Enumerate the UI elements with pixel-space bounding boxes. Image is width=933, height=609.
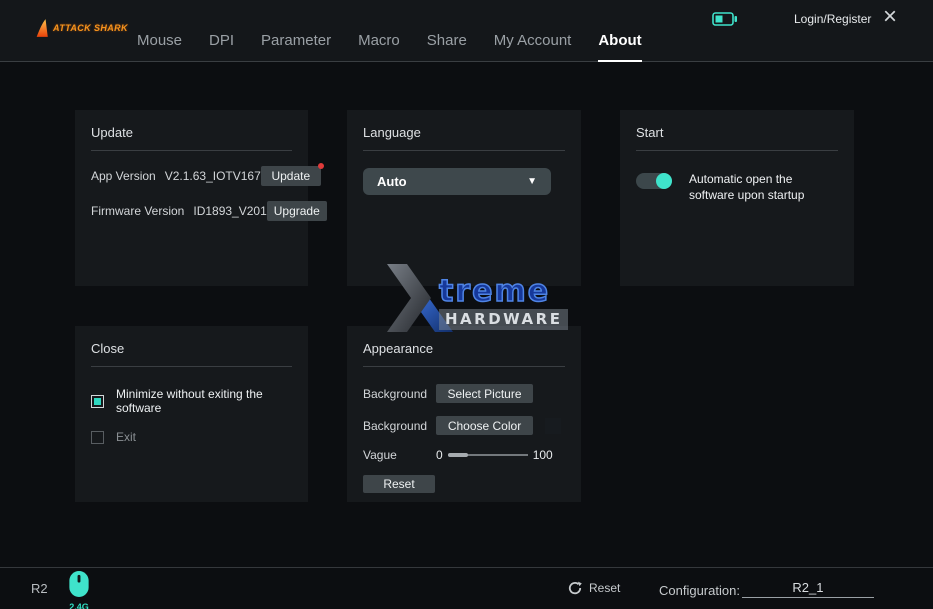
exit-option-label: Exit	[116, 430, 136, 444]
app-version-row: App Version V2.1.63_IOTV167 Update	[91, 166, 292, 186]
topbar: ATTACK SHARK Mouse DPI Parameter Macro S…	[0, 0, 933, 62]
app-version-value: V2.1.63_IOTV167	[165, 169, 261, 183]
shark-fin-icon	[34, 17, 50, 39]
divider	[636, 150, 838, 151]
update-notification-dot	[318, 163, 324, 169]
tab-about[interactable]: About	[598, 32, 641, 62]
vague-row: Vague 0 100	[363, 448, 565, 462]
upgrade-button-label: Upgrade	[274, 204, 320, 218]
configuration-name-field[interactable]: R2_1	[742, 580, 874, 598]
exit-checkbox[interactable]	[91, 431, 104, 444]
appearance-panel: Appearance Background Select Picture Bac…	[347, 326, 581, 502]
background-color-label: Background	[363, 419, 436, 433]
close-window-icon[interactable]: ×	[883, 3, 897, 31]
background-picture-row: Background Select Picture	[363, 384, 565, 403]
checkbox-fill	[94, 398, 101, 405]
toggle-knob	[656, 173, 672, 189]
upgrade-button[interactable]: Upgrade	[267, 201, 327, 221]
battery-icon	[712, 12, 738, 31]
footer-reset-button[interactable]: Reset	[568, 581, 620, 595]
choose-color-button[interactable]: Choose Color	[436, 416, 533, 435]
divider	[363, 366, 565, 367]
app-version-label: App Version	[91, 169, 156, 183]
app-window: ATTACK SHARK Mouse DPI Parameter Macro S…	[0, 0, 933, 609]
divider	[91, 366, 292, 367]
tab-macro[interactable]: Macro	[358, 32, 400, 62]
tab-share[interactable]: Share	[427, 32, 467, 62]
vague-max-value: 100	[533, 448, 553, 462]
vague-label: Vague	[363, 448, 436, 462]
minimize-option-row[interactable]: Minimize without exiting the software	[91, 387, 292, 415]
vague-min-value: 0	[436, 448, 443, 462]
firmware-version-label: Firmware Version	[91, 204, 184, 218]
main-nav: Mouse DPI Parameter Macro Share My Accou…	[137, 0, 642, 62]
footer-reset-label: Reset	[589, 581, 620, 595]
mouse-icon	[69, 571, 89, 597]
configuration-group: Configuration: R2_1	[659, 580, 874, 598]
configuration-label: Configuration:	[659, 583, 740, 598]
autostart-label: Automatic open the software upon startup	[689, 171, 838, 203]
minimize-option-label: Minimize without exiting the software	[116, 387, 292, 415]
tab-mouse[interactable]: Mouse	[137, 32, 182, 62]
close-panel: Close Minimize without exiting the softw…	[75, 326, 308, 502]
firmware-version-row: Firmware Version ID1893_V201 Upgrade	[91, 201, 292, 221]
background-picture-label: Background	[363, 387, 436, 401]
language-selected-value: Auto	[377, 174, 407, 189]
vague-slider-group: 0 100	[436, 448, 553, 462]
divider	[363, 150, 565, 151]
update-button-label: Update	[271, 169, 310, 183]
device-profile-name: R2	[31, 581, 48, 596]
connection-status: 2.4G	[64, 571, 94, 609]
color-swatch	[545, 418, 561, 434]
appearance-reset-button[interactable]: Reset	[363, 475, 435, 493]
connection-mode-label: 2.4G	[64, 603, 94, 609]
update-panel-title: Update	[91, 110, 292, 140]
language-dropdown[interactable]: Auto ▼	[363, 168, 551, 195]
divider	[91, 150, 292, 151]
tab-dpi[interactable]: DPI	[209, 32, 234, 62]
autostart-toggle[interactable]	[636, 173, 672, 189]
chevron-down-icon: ▼	[527, 176, 537, 187]
slider-knob[interactable]	[448, 453, 468, 457]
language-panel-title: Language	[363, 110, 565, 140]
tab-parameter[interactable]: Parameter	[261, 32, 331, 62]
start-panel-title: Start	[636, 110, 838, 140]
background-color-row: Background Choose Color	[363, 416, 565, 435]
select-picture-button[interactable]: Select Picture	[436, 384, 533, 403]
refresh-icon	[568, 581, 582, 595]
language-panel: Language Auto ▼	[347, 110, 581, 286]
autostart-row: Automatic open the software upon startup	[636, 171, 838, 203]
appearance-panel-title: Appearance	[363, 326, 565, 356]
brand-logo-text: ATTACK SHARK	[53, 23, 128, 33]
close-panel-title: Close	[91, 326, 292, 356]
vague-slider[interactable]	[448, 451, 528, 459]
login-register-link[interactable]: Login/Register	[794, 12, 871, 26]
exit-option-row[interactable]: Exit	[91, 430, 292, 444]
tab-my-account[interactable]: My Account	[494, 32, 572, 62]
minimize-checkbox[interactable]	[91, 395, 104, 408]
footer-bar: R2 2.4G Reset Configuration: R2_1	[0, 567, 933, 609]
update-panel: Update App Version V2.1.63_IOTV167 Updat…	[75, 110, 308, 286]
brand-logo: ATTACK SHARK	[34, 17, 128, 39]
start-panel: Start Automatic open the software upon s…	[620, 110, 854, 286]
update-button[interactable]: Update	[261, 166, 321, 186]
firmware-version-value: ID1893_V201	[193, 204, 266, 218]
